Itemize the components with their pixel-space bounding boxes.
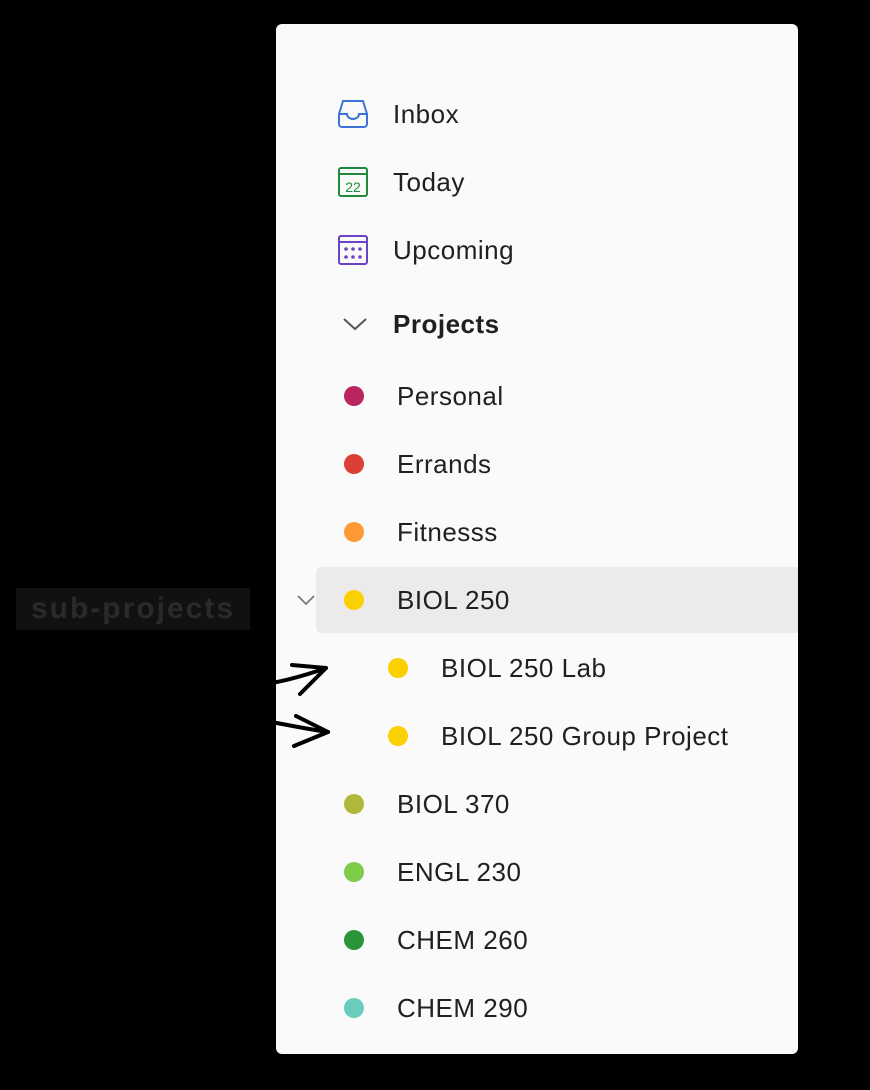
project-label: BIOL 250 (397, 584, 510, 615)
projects-title: Projects (393, 308, 500, 339)
today-day-number: 22 (345, 179, 361, 195)
project-color-dot (344, 590, 364, 610)
nav-label-inbox: Inbox (393, 98, 460, 129)
project-color-dot (344, 862, 364, 882)
nav-item-upcoming[interactable]: Upcoming (276, 217, 798, 283)
project-label: Errands (397, 448, 492, 479)
project-color-dot (388, 658, 408, 678)
project-color-dot (344, 930, 364, 950)
nav-item-today[interactable]: 22 Today (276, 149, 798, 215)
chevron-down-icon[interactable] (296, 594, 316, 606)
project-item[interactable]: ENGL 230 (276, 839, 798, 905)
calendar-upcoming-icon (338, 235, 368, 265)
projects-section-header[interactable]: Projects (276, 291, 798, 357)
inbox-icon (338, 100, 368, 128)
project-label: BIOL 250 Lab (441, 652, 607, 683)
subproject-item[interactable]: BIOL 250 Group Project (276, 703, 798, 769)
project-item[interactable]: CHEM 260 (276, 907, 798, 973)
project-label: BIOL 250 Group Project (441, 720, 729, 751)
nav-item-inbox[interactable]: Inbox (276, 81, 798, 147)
project-label: Fitnesss (397, 516, 498, 547)
chevron-down-icon[interactable] (342, 316, 368, 332)
project-item[interactable]: BIOL 370 (276, 771, 798, 837)
annotation-label: sub-projects (30, 592, 236, 625)
project-color-dot (344, 454, 364, 474)
arrow-icon (248, 663, 328, 696)
project-color-dot (344, 998, 364, 1018)
project-label: CHEM 260 (397, 924, 529, 955)
calendar-today-icon: 22 (338, 167, 368, 197)
project-label: BIOL 370 (397, 788, 510, 819)
project-label: CHEM 290 (397, 992, 529, 1023)
project-label: Personal (397, 380, 504, 411)
project-color-dot (344, 522, 364, 542)
project-item-selected[interactable]: BIOL 250 (276, 567, 798, 633)
project-label: ENGL 230 (397, 856, 522, 887)
arrow-icon (248, 714, 330, 748)
project-color-dot (344, 386, 364, 406)
sidebar-panel: Inbox 22 Today Upcoming Projects Persona… (276, 24, 798, 1054)
nav-label-upcoming: Upcoming (393, 234, 515, 265)
project-item[interactable]: CHEM 290 (276, 975, 798, 1041)
project-item[interactable]: Personal (276, 363, 798, 429)
project-color-dot (388, 726, 408, 746)
nav-label-today: Today (393, 166, 465, 197)
subproject-item[interactable]: BIOL 250 Lab (276, 635, 798, 701)
project-color-dot (344, 794, 364, 814)
project-item[interactable]: Fitnesss (276, 499, 798, 565)
annotation-callout: sub-projects (16, 588, 250, 630)
project-item[interactable]: Errands (276, 431, 798, 497)
